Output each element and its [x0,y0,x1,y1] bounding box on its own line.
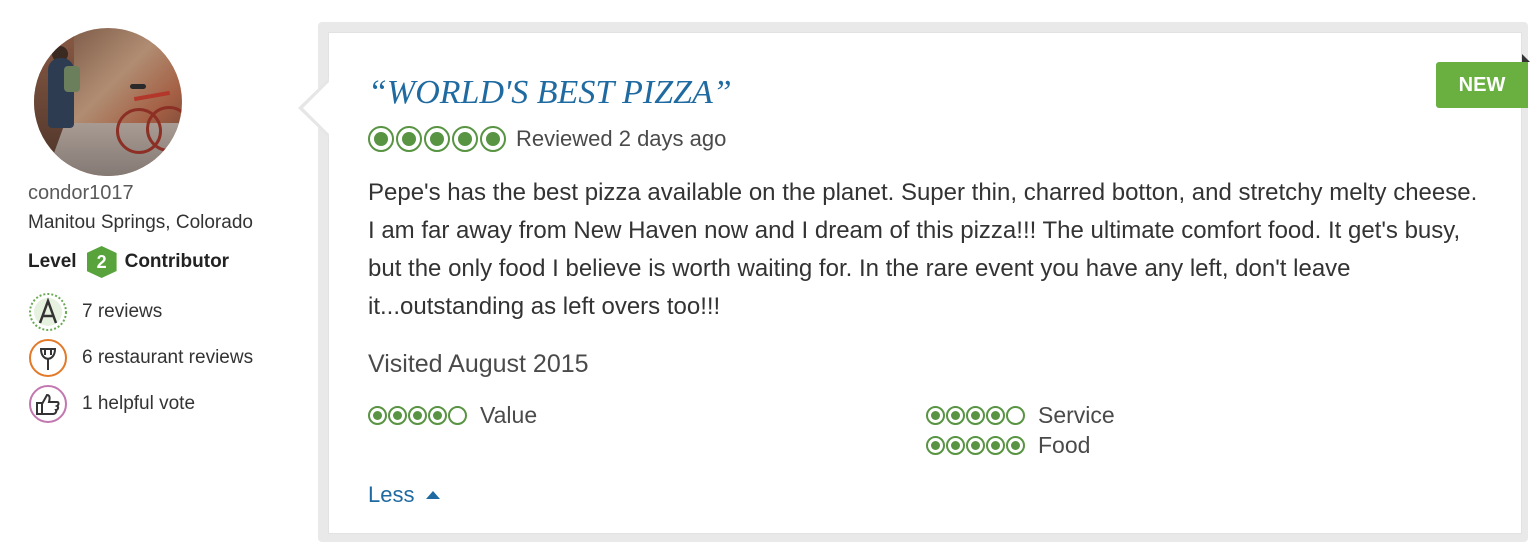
rating-bubble-filled [480,126,506,152]
subrating-food-bubbles [926,436,1026,455]
reviewer-avatar[interactable] [34,28,182,176]
caret-up-icon [426,491,441,499]
stat-reviews[interactable]: 7 reviews [28,292,162,332]
rating-bubble-filled [946,406,965,425]
stat-restaurant-reviews-label: 6 restaurant reviews [82,347,254,368]
avatar-photo-bicycle-frame [133,90,171,102]
review-card-pointer-inner [303,82,329,134]
reviewer-location: Manitou Springs, Colorado [28,212,253,233]
review-icon [29,293,67,331]
rating-bubble-filled [1006,436,1025,455]
subrating-value-bubbles [368,406,468,425]
review-title[interactable]: “WORLD'S BEST PIZZA” [368,74,732,112]
level-title: Contributor [124,251,230,272]
rating-bubble-filled [396,126,422,152]
subrating-value: Value [368,402,537,429]
new-badge: NEW [1436,62,1528,108]
contributor-level: Level 2 Contributor [28,246,229,278]
subrating-value-label: Value [480,402,538,428]
rating-bubble-filled [926,436,945,455]
stat-restaurant-reviews[interactable]: 6 restaurant reviews [28,338,253,378]
rating-bubble-empty [448,406,467,425]
reviewer-username[interactable]: condor1017 [28,182,134,205]
overall-rating-row: Reviewed 2 days ago [368,126,726,152]
new-badge-fold [1522,54,1530,62]
rating-bubble-filled [926,406,945,425]
rating-bubble-filled [388,406,407,425]
rating-bubble-filled [408,406,427,425]
review-date: Reviewed 2 days ago [516,126,727,151]
level-label: Level [28,251,77,272]
subrating-food-label: Food [1038,432,1091,458]
rating-bubble-filled [986,406,1005,425]
rating-bubble-filled [368,406,387,425]
subrating-service-bubbles [926,406,1026,425]
subrating-service: Service [926,402,1115,429]
rating-bubble-filled [966,406,985,425]
subrating-service-label: Service [1038,402,1115,428]
rating-bubble-filled [368,126,394,152]
rating-bubble-filled [428,406,447,425]
subrating-food: Food [926,432,1090,459]
rating-bubble-empty [1006,406,1025,425]
avatar-photo-bicycle-seat [130,84,146,89]
rating-bubble-filled [424,126,450,152]
review-body: Pepe's has the best pizza available on t… [368,179,1478,320]
less-link[interactable]: Less [368,482,441,508]
stat-helpful-votes-label: 1 helpful vote [82,393,196,414]
thumbs-up-icon [29,385,67,423]
less-label: Less [368,482,415,507]
overall-rating-bubbles [368,126,508,152]
level-badge: 2 [86,246,117,278]
rating-bubble-filled [452,126,478,152]
restaurant-icon [29,339,67,377]
avatar-photo-backpack [64,66,80,92]
rating-bubble-filled [986,436,1005,455]
stat-reviews-label: 7 reviews [82,301,163,322]
rating-bubble-filled [966,436,985,455]
visited-date: Visited August 2015 [368,350,589,378]
rating-bubble-filled [946,436,965,455]
stat-helpful-votes[interactable]: 1 helpful vote [28,384,195,424]
